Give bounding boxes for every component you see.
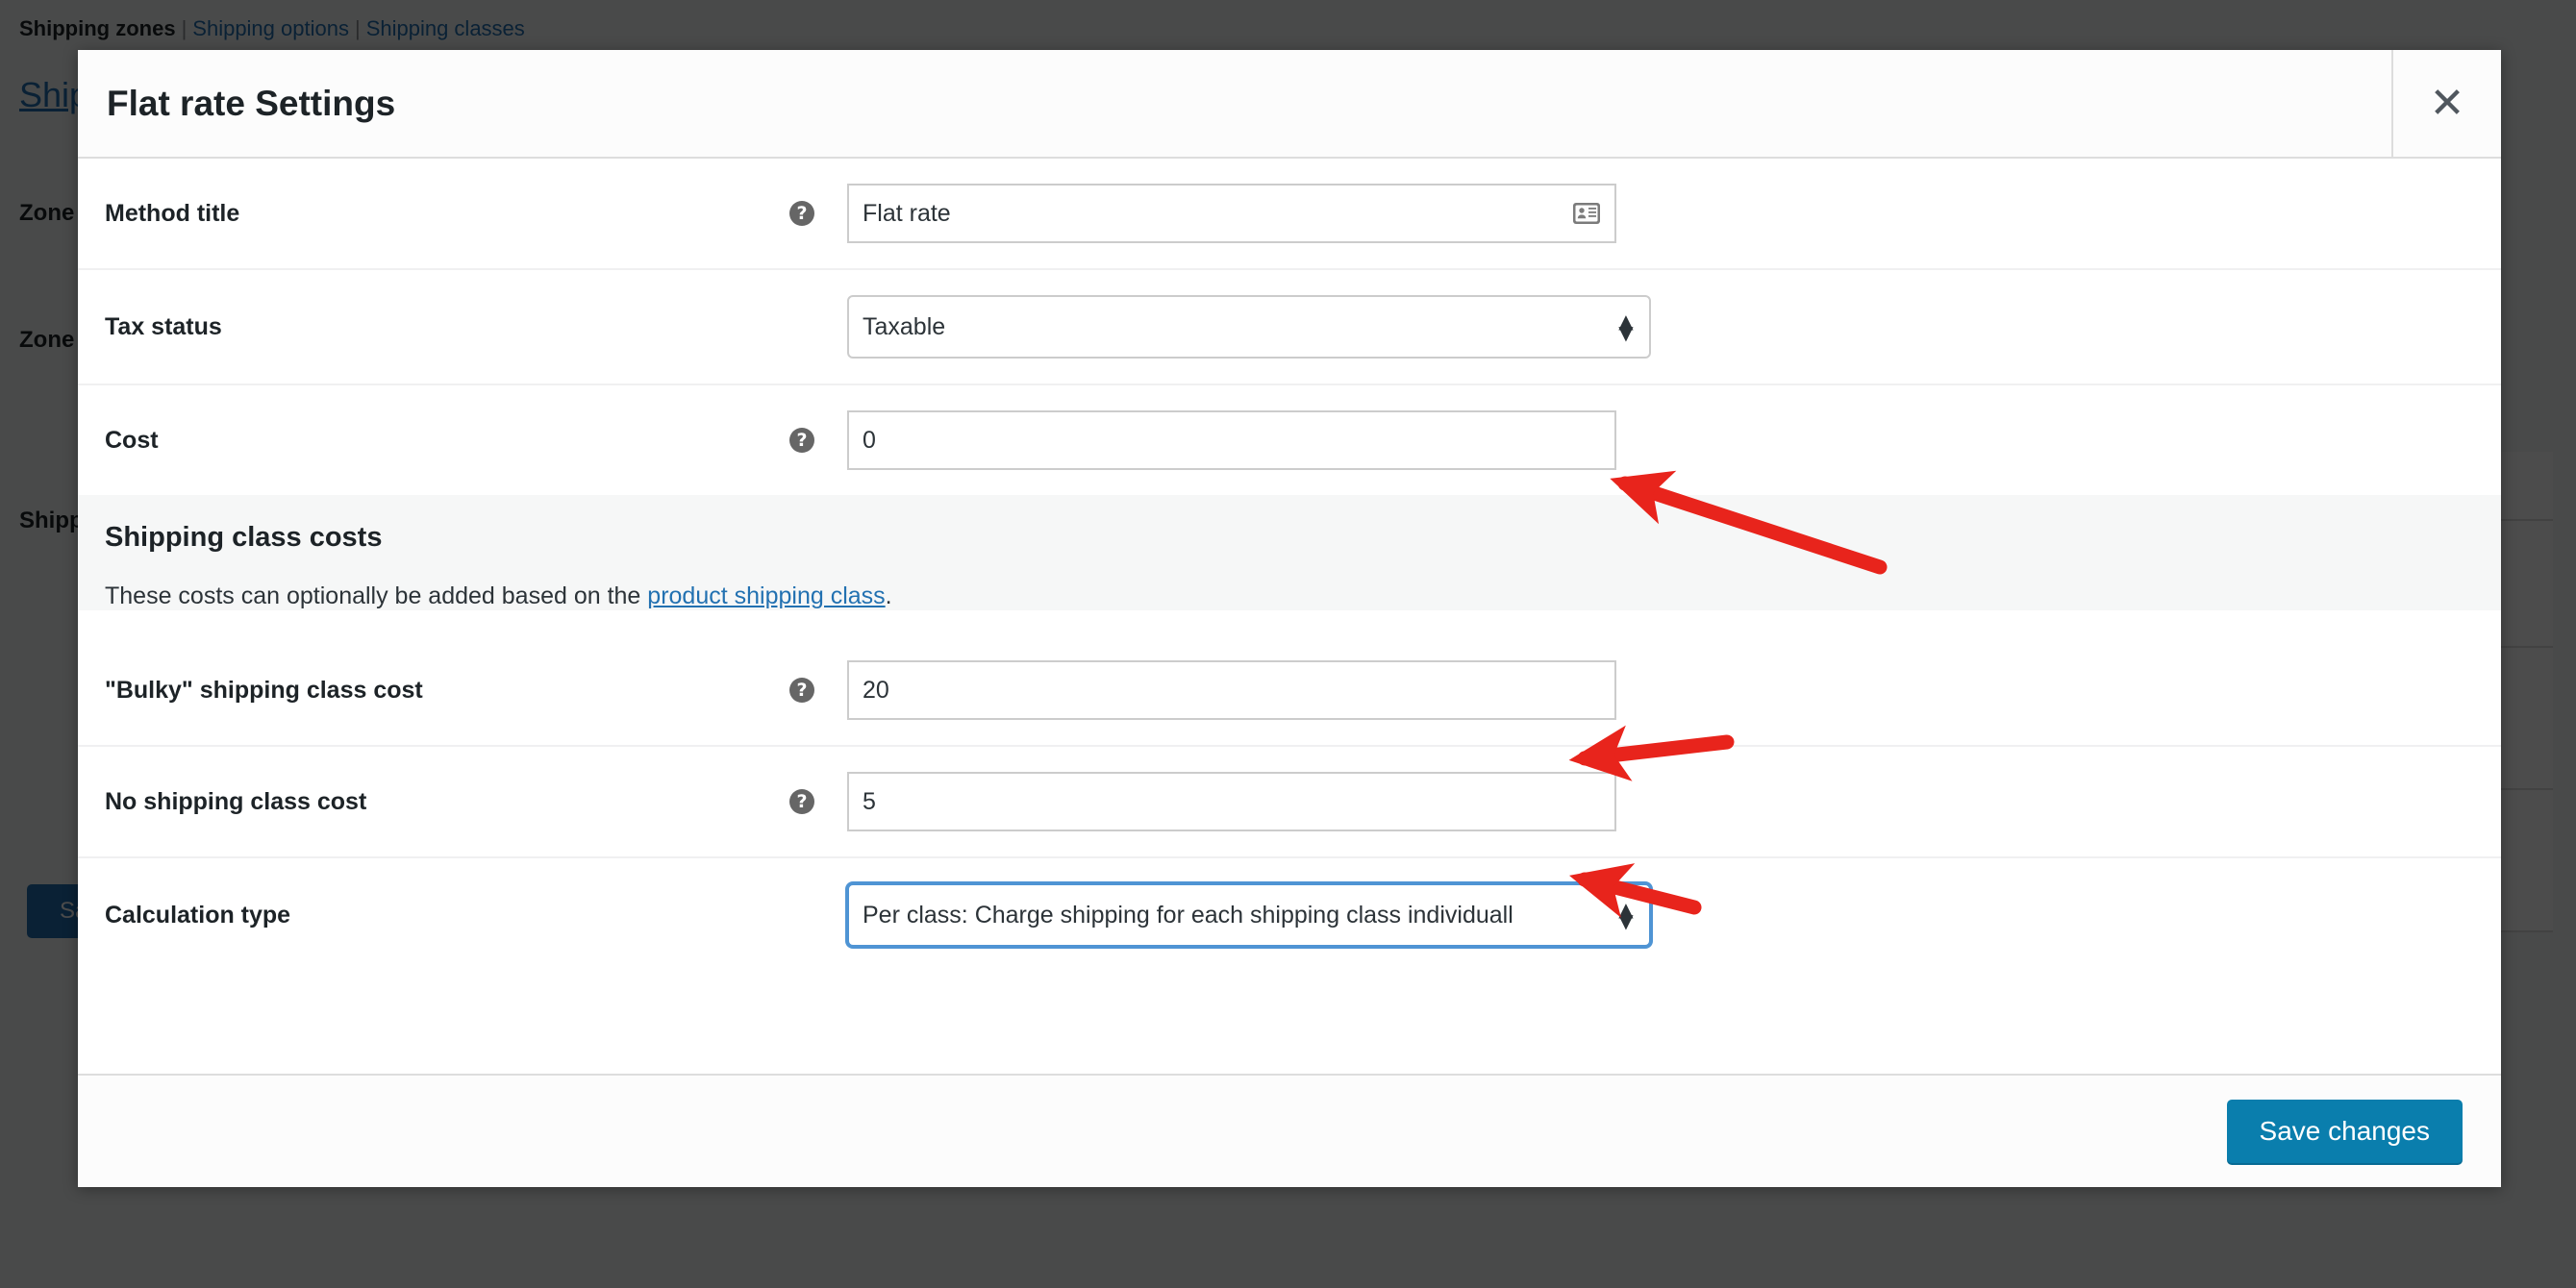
field-cell [847, 635, 2501, 746]
field-label: No shipping class cost [105, 787, 367, 815]
field-cell: Per class: Charge shipping for each ship… [847, 857, 2501, 972]
field-label: Tax status [105, 312, 222, 340]
table-row: No shipping class cost ? [78, 746, 2501, 857]
field-label: "Bulky" shipping class cost [105, 676, 423, 704]
help-tip-icon[interactable]: ? [789, 428, 814, 453]
help-tip-cell: ? [789, 384, 847, 495]
tax-status-select[interactable]: Taxable ▲ ▼ [847, 295, 1651, 359]
flat-rate-settings-modal: Flat rate Settings ✕ Method title ? Flat… [78, 50, 2501, 1187]
help-tip-icon[interactable]: ? [789, 201, 814, 226]
help-tip-cell [789, 857, 847, 972]
tax-status-select-value: Taxable [863, 312, 946, 340]
section-description: These costs can optionally be added base… [105, 582, 2474, 610]
table-row: Cost ? [78, 384, 2501, 495]
field-cell [847, 384, 2501, 495]
chevron-updown-icon: ▲ ▼ [1618, 897, 1634, 932]
table-row: "Bulky" shipping class cost ? [78, 635, 2501, 746]
method-title-input[interactable] [847, 184, 1616, 243]
field-label: Calculation type [105, 901, 291, 929]
shipping-class-costs-section: Shipping class costs These costs can opt… [78, 495, 2501, 610]
table-row: Calculation type Per class: Charge shipp… [78, 857, 2501, 972]
field-cell [847, 159, 2501, 269]
close-icon[interactable]: ✕ [2393, 50, 2501, 157]
settings-table: Method title ? Flat rate Tax status Taxa… [78, 159, 2501, 495]
modal-body: Method title ? Flat rate Tax status Taxa… [78, 159, 2501, 1074]
help-tip-icon[interactable]: ? [789, 789, 814, 814]
calculation-type-select-value: Per class: Charge shipping for each ship… [863, 901, 1513, 929]
help-tip-cell: ? [789, 635, 847, 746]
help-tip-cell [789, 269, 847, 384]
section-description-suffix: . [885, 582, 892, 609]
table-row: Tax status Taxable ▲ ▼ [78, 269, 2501, 384]
help-tip-cell: ? [789, 159, 847, 269]
field-cell [847, 746, 2501, 857]
no-shipping-class-cost-input[interactable] [847, 772, 1616, 831]
help-tip-cell: ? [789, 746, 847, 857]
section-title: Shipping class costs [105, 522, 383, 553]
modal-footer: Save changes [78, 1074, 2501, 1187]
bulky-shipping-class-cost-input[interactable] [847, 660, 1616, 720]
chevron-updown-icon: ▲ ▼ [1618, 309, 1634, 344]
cost-input[interactable] [847, 410, 1616, 470]
field-label: Cost [105, 426, 159, 454]
field-cell: Taxable ▲ ▼ [847, 269, 2501, 384]
table-row: Method title ? [78, 159, 2501, 269]
section-description-text: These costs can optionally be added base… [105, 582, 648, 609]
save-changes-button[interactable]: Save changes [2226, 1100, 2463, 1163]
field-label: Method title [105, 199, 240, 227]
method-title-input-wrap [847, 184, 1616, 243]
calculation-type-select[interactable]: Per class: Charge shipping for each ship… [847, 883, 1651, 947]
help-tip-icon[interactable]: ? [789, 678, 814, 703]
modal-header: Flat rate Settings ✕ [78, 50, 2501, 159]
product-shipping-class-link[interactable]: product shipping class [647, 582, 885, 609]
modal-title: Flat rate Settings [78, 50, 2393, 157]
shipping-class-costs-table: "Bulky" shipping class cost ? No shippin… [78, 635, 2501, 972]
